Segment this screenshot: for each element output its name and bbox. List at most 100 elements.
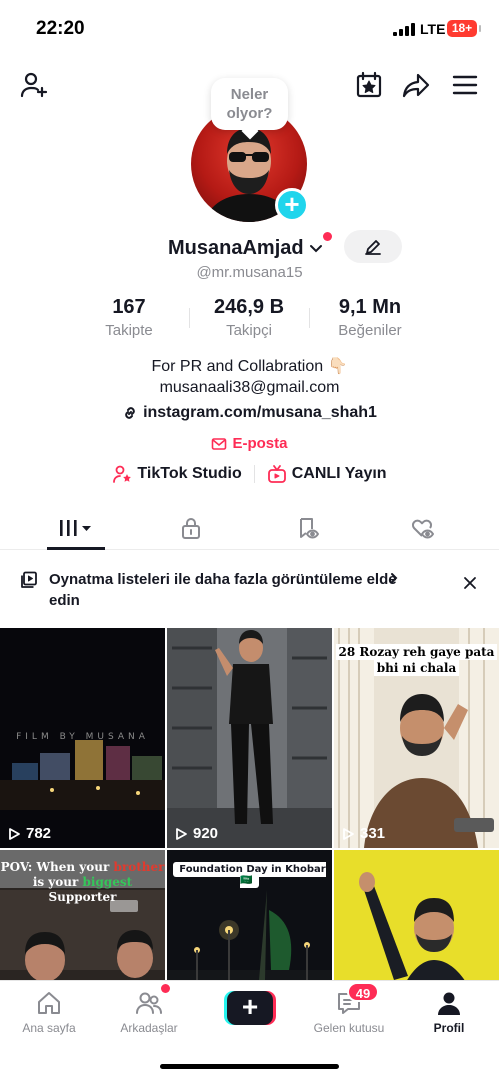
menu-icon[interactable] [448,68,482,102]
bio-line: musanaali38@gmail.com [159,379,340,396]
nav-home[interactable]: Ana sayfa [4,989,94,1035]
likes-count: 9,1 Mn [338,296,402,318]
bio: For PR and Collabration 👇🏻 musanaali38@g… [0,356,499,398]
notification-dot [161,984,170,993]
live-button[interactable]: CANLI Yayın [267,464,387,484]
tab-reposts[interactable] [268,506,348,549]
tab-videos[interactable] [36,506,116,549]
edit-profile-button[interactable] [344,230,402,263]
chevron-down-icon [309,245,322,253]
display-name-row[interactable]: MusanaAmjad [168,232,332,261]
tiktok-studio-button[interactable]: TikTok Studio [112,464,242,484]
status-time: 22:20 [36,18,85,39]
followers-label: Takipçi [226,322,272,339]
close-icon[interactable] [461,574,479,592]
share-icon[interactable] [399,68,433,102]
calendar-star-icon[interactable] [352,68,386,102]
video-caption: Foundation Day in Khobar 🇸🇦 [167,862,332,888]
profile-tabs [0,506,499,550]
signal-icon [393,23,415,36]
stat-divider [189,308,190,328]
status-bubble[interactable]: Neler olyor? [211,78,288,130]
nav-label: Gelen kutusu [313,1021,385,1035]
caption-line: bhi ni chala [373,660,460,676]
creator-tools: TikTok Studio CANLI Yayın [0,464,499,484]
video-thumbnail[interactable]: 920 [167,628,332,848]
mail-icon [212,437,227,450]
bio-line: For PR and Collabration 👇🏻 [151,358,348,375]
battery-icon: 18+ [447,20,481,37]
network-type: LTE [420,21,446,37]
video-grid: FILM BY MUSANA 782 920 28 Rozay reh gaye… [0,628,499,980]
link-text: instagram.com/musana_shah1 [143,404,377,421]
caption-part: brother [113,860,165,874]
caption-line: Foundation Day in Khobar 🇸🇦 [173,862,326,888]
video-thumbnail[interactable]: POV: When your brother is your biggest S… [0,850,165,980]
following-count: 167 [112,296,146,318]
caption-part: Supporter [48,890,117,904]
view-count-value: 331 [360,825,386,842]
video-thumbnail[interactable]: 28 Rozay reh gaye pata bhi ni chala 331 [334,628,499,848]
view-count-value: 782 [26,825,52,842]
nav-label: Ana sayfa [22,1021,76,1035]
view-count: 782 [7,825,51,842]
profile-icon [438,992,460,1015]
inbox-badge: 49 [347,982,379,1002]
following-stat[interactable]: 167 Takipte [88,296,170,339]
caption-part: biggest [82,875,133,889]
view-count: 920 [174,825,218,842]
home-icon [38,992,60,1014]
followers-stat[interactable]: 246,9 B Takipçi [200,296,298,339]
email-button[interactable]: E-posta [0,435,499,452]
email-label: E-posta [232,435,288,452]
heart-eye-icon [411,519,434,538]
notification-dot [323,232,332,241]
video-thumbnail[interactable] [334,850,499,980]
caption-line: 28 Rozay reh gaye pata [335,644,498,660]
add-user-icon[interactable] [17,68,51,102]
bookmark-eye-icon [300,517,319,538]
nav-label: Arkadaşlar [120,1021,178,1035]
tiktok-studio-label: TikTok Studio [137,465,242,482]
lock-icon [182,517,200,539]
nav-friends[interactable]: Arkadaşlar [104,989,194,1035]
likes-stat[interactable]: 9,1 Mn Beğeniler [326,296,414,339]
profile-link[interactable]: instagram.com/musana_shah1 [0,404,499,422]
live-label: CANLI Yayın [291,465,387,482]
video-caption: FILM BY MUSANA [16,732,149,742]
chevron-right-icon [391,573,398,583]
caption-part: POV: When your [0,860,114,874]
play-icon [176,827,187,840]
divider [253,465,255,483]
live-tv-icon [267,465,286,483]
view-count-value: 920 [193,825,219,842]
video-caption: 28 Rozay reh gaye pata bhi ni chala [334,644,499,676]
nav-label: Profil [433,1021,465,1035]
nav-profile[interactable]: Profil [404,989,494,1035]
tab-liked[interactable] [382,506,462,549]
friends-icon [136,992,162,1014]
video-thumbnail[interactable]: FILM BY MUSANA 782 [0,628,165,848]
grid-filter-icon [60,519,91,536]
pencil-icon [365,239,381,255]
video-image [167,628,332,848]
playlist-banner[interactable]: Oynatma listeleri ile daha fazla görüntü… [0,550,499,628]
video-caption: POV: When your brother is your biggest S… [0,860,165,905]
playlist-icon [21,571,37,588]
plus-icon: + [227,991,273,1025]
following-label: Takipte [105,322,153,339]
likes-label: Beğeniler [338,322,402,339]
followers-count: 246,9 B [213,296,285,318]
video-image [334,850,499,980]
play-icon [343,827,354,840]
home-indicator [160,1064,339,1069]
create-button[interactable]: + [224,991,276,1025]
video-thumbnail[interactable]: Foundation Day in Khobar 🇸🇦 [167,850,332,980]
username: @mr.musana15 [196,264,303,281]
add-story-button[interactable]: + [275,188,309,222]
caption-part: is your [32,875,83,889]
banner-text: Oynatma listeleri ile daha fazla görüntü… [49,571,397,609]
tab-private[interactable] [151,506,231,549]
play-icon [9,827,20,840]
link-icon [125,407,135,419]
